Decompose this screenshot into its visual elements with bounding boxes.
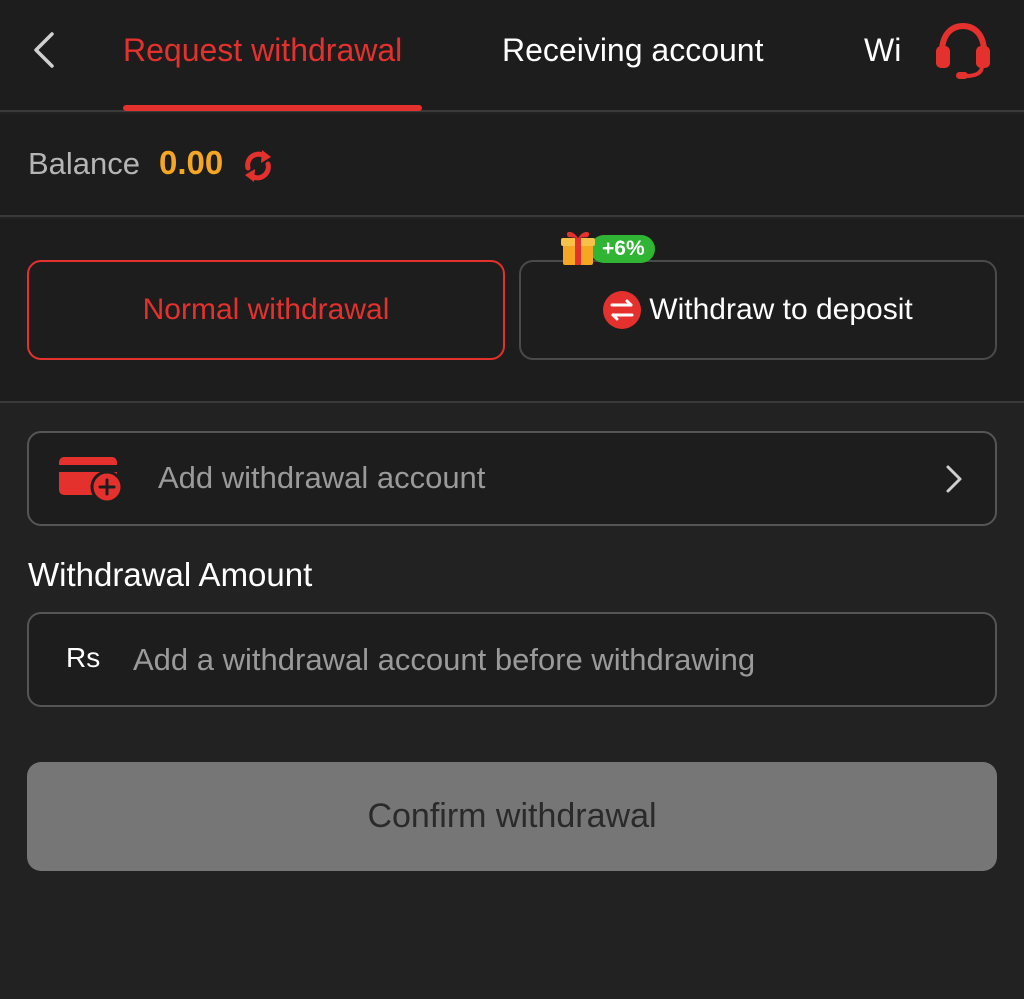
top-nav-bar: Request withdrawal Receiving account Wi (0, 0, 1024, 112)
bonus-percent: +6% (590, 235, 655, 263)
chevron-left-icon (34, 32, 54, 68)
withdrawal-method-section: Normal withdrawal Withdraw to deposit +6… (0, 219, 1024, 403)
refresh-icon[interactable] (240, 148, 276, 184)
active-tab-indicator (123, 105, 422, 111)
customer-support-button[interactable] (930, 20, 996, 80)
balance-value: 0.00 (159, 144, 224, 181)
currency-symbol: Rs (66, 642, 101, 673)
confirm-withdrawal-button[interactable]: Confirm withdrawal (27, 762, 997, 871)
withdrawal-amount-label: Withdrawal Amount (28, 556, 313, 593)
back-button[interactable] (26, 28, 66, 72)
gift-icon (561, 231, 595, 265)
add-withdrawal-account-button[interactable]: Add withdrawal account (27, 431, 997, 526)
tab-withdrawal-history[interactable]: Wi (864, 28, 918, 72)
normal-withdrawal-label: Normal withdrawal (142, 293, 390, 326)
tab-request-withdrawal[interactable]: Request withdrawal (123, 28, 402, 72)
withdraw-to-deposit-button[interactable]: Withdraw to deposit (519, 260, 997, 360)
balance-label: Balance (28, 146, 141, 181)
add-account-label: Add withdrawal account (158, 460, 486, 495)
swap-icon (603, 291, 642, 329)
bonus-badge: +6% (558, 227, 668, 271)
amount-input[interactable] (133, 634, 973, 686)
headset-icon (936, 22, 990, 79)
balance-row: Balance 0.00 (0, 114, 1024, 217)
normal-withdrawal-button[interactable]: Normal withdrawal (27, 260, 505, 360)
amount-field: Rs (27, 612, 997, 707)
withdraw-to-deposit-label: Withdraw to deposit (649, 293, 913, 326)
chevron-right-icon (946, 465, 962, 493)
add-card-icon (59, 457, 124, 504)
tab-receiving-account[interactable]: Receiving account (502, 28, 763, 72)
